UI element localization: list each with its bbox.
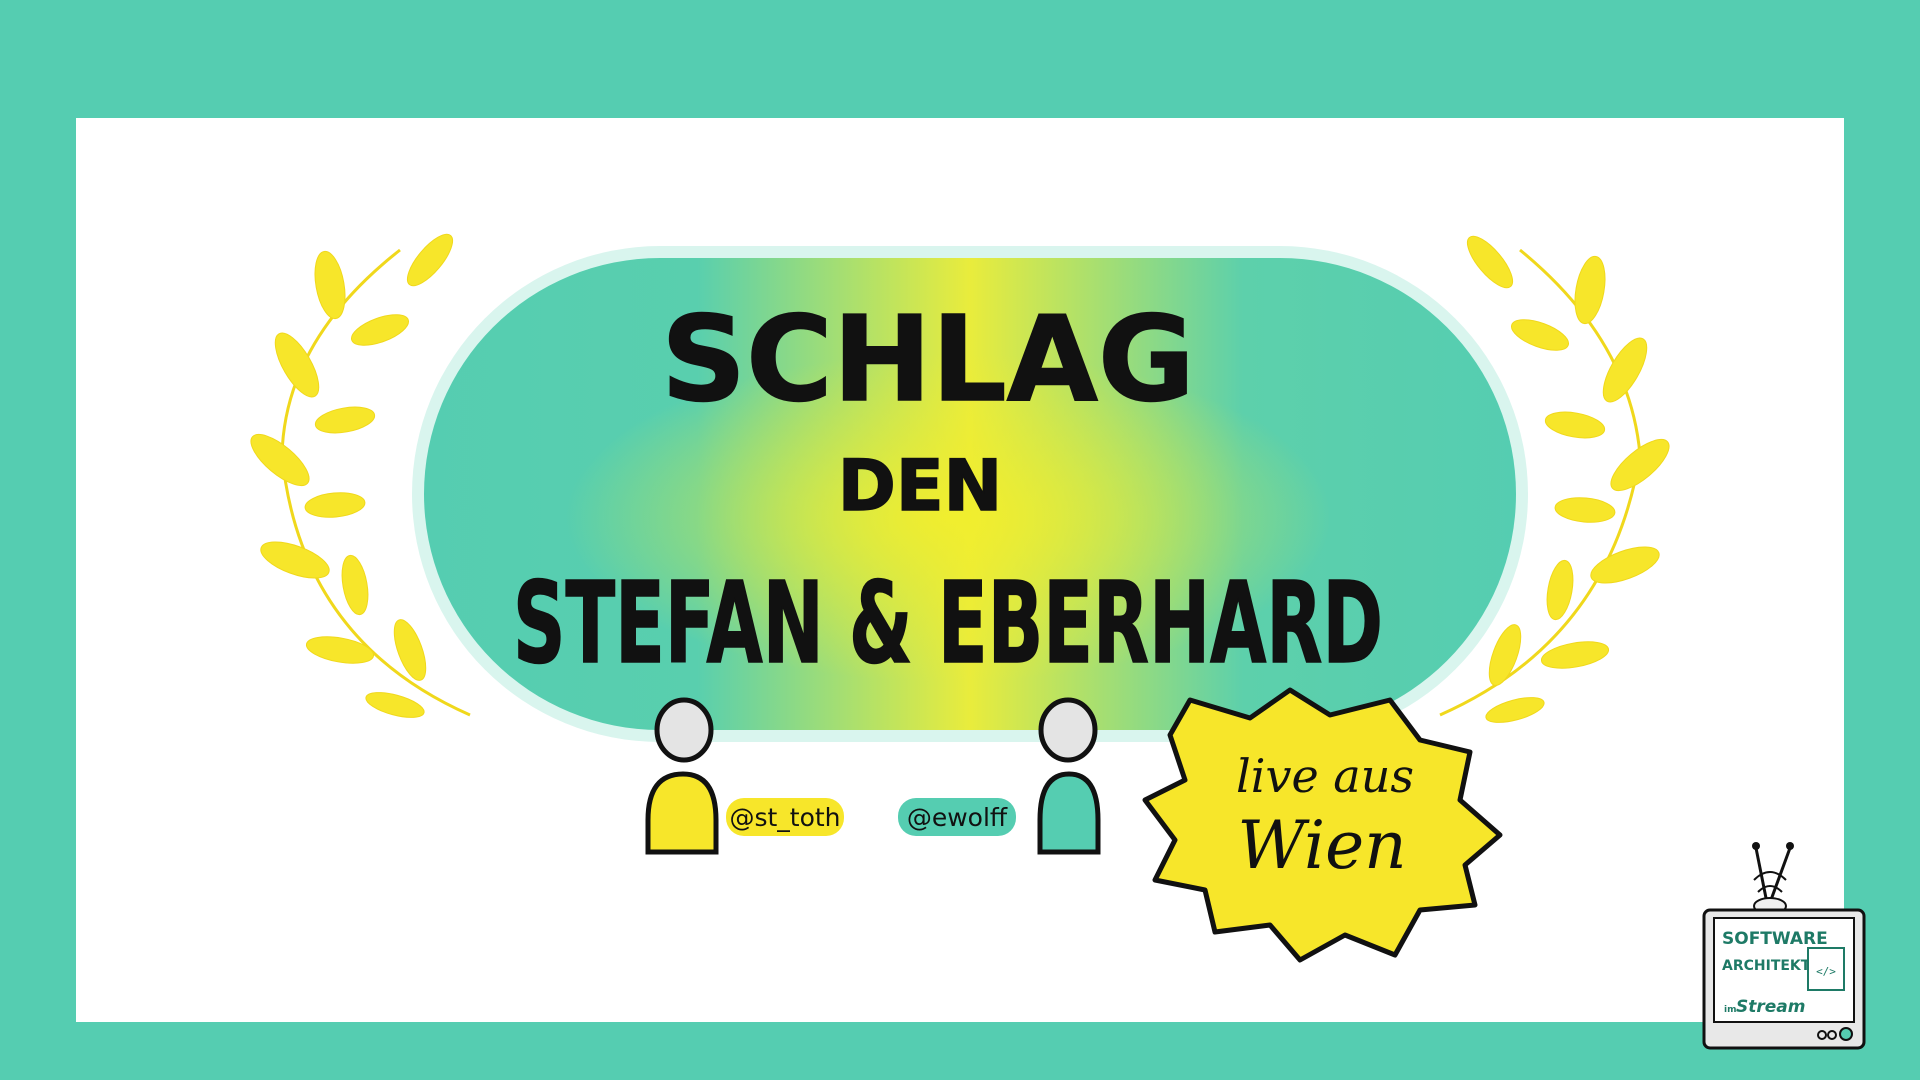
logo-line-3: im <box>1724 1005 1736 1015</box>
handle-badge-2: @ewolff <box>898 798 1016 836</box>
live-line-1: live aus <box>1236 749 1414 803</box>
live-line-2: Wien <box>1237 807 1406 884</box>
title-line-2: DEN <box>838 445 1003 527</box>
title-line-3: STEFAN & EBERHARD <box>513 559 1383 689</box>
handle-2: @ewolff <box>907 803 1008 832</box>
person-icon <box>1037 697 1101 855</box>
live-badge: live aus Wien <box>1142 687 1503 963</box>
logo-line-4: Stream <box>1736 997 1805 1017</box>
person-icon <box>645 697 719 855</box>
stage: SCHLAG DEN STEFAN & EBERHARD @st_toth @e… <box>0 0 1920 1080</box>
title-line-1: SCHLAG <box>661 290 1195 428</box>
illustration: SCHLAG DEN STEFAN & EBERHARD @st_toth @e… <box>250 233 1866 1050</box>
handle-badge-1: @st_toth <box>726 798 844 836</box>
logo-code-glyph: </> <box>1816 965 1836 978</box>
logo-line-1: SOFTWARE <box>1722 929 1828 949</box>
handle-1: @st_toth <box>729 803 840 832</box>
tv-icon: SOFTWARE ARCHITEKTUR im Stream </> <box>1702 842 1866 1050</box>
